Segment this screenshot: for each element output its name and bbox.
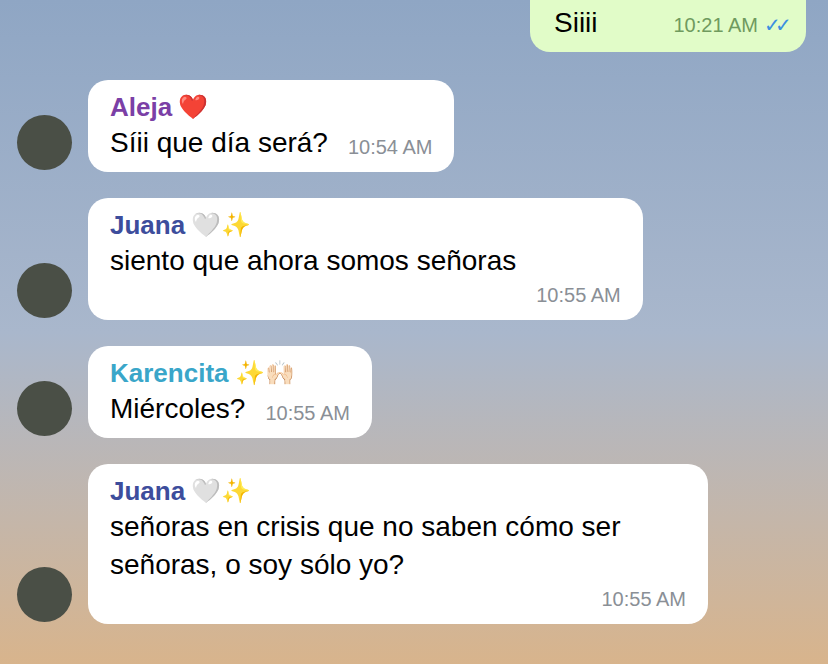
message-bubble[interactable]: Juana🤍✨siento que ahora somos señoras10:… xyxy=(88,198,643,320)
sender-emoji: 🤍✨ xyxy=(191,474,251,508)
sender-label: Juana xyxy=(110,474,185,508)
outgoing-bubble[interactable]: Siiii 10:21 AM✓✓ xyxy=(530,0,806,52)
message-body: siento que ahora somos señoras10:55 AM xyxy=(110,242,621,310)
message-text: señoras en crisis que no saben cómo ser … xyxy=(110,508,686,584)
sender-emoji: ❤️ xyxy=(178,90,208,124)
message-time: 10:54 AM xyxy=(348,132,433,162)
message-bubble[interactable]: Karencita✨🙌🏻Miércoles? 10:55 AM xyxy=(88,346,372,438)
outgoing-row: Siiii 10:21 AM✓✓ xyxy=(0,0,828,52)
message-time: 10:21 AM xyxy=(673,10,758,40)
avatar[interactable] xyxy=(17,567,72,622)
message-time: 10:55 AM xyxy=(265,398,350,428)
read-check-icon: ✓✓ xyxy=(764,10,786,40)
message-text: siento que ahora somos señoras xyxy=(110,242,516,280)
sender-label: Aleja xyxy=(110,90,172,124)
sender-name: Karencita✨🙌🏻 xyxy=(110,356,350,390)
avatar[interactable] xyxy=(17,381,72,436)
sender-name: Aleja❤️ xyxy=(110,90,432,124)
sender-label: Karencita xyxy=(110,356,229,390)
sender-emoji: ✨🙌🏻 xyxy=(235,356,295,390)
sender-label: Juana xyxy=(110,208,185,242)
message-row: Aleja❤️Síii que día será? 10:54 AM xyxy=(0,80,828,172)
message-text: Miércoles? xyxy=(110,390,245,428)
chat-window: Siiii 10:21 AM✓✓ Aleja❤️Síii que día será… xyxy=(0,0,828,664)
sender-emoji: 🤍✨ xyxy=(191,208,251,242)
avatar[interactable] xyxy=(17,115,72,170)
message-meta: 10:21 AM✓✓ xyxy=(673,10,786,40)
message-row: Juana🤍✨siento que ahora somos señoras10:… xyxy=(0,198,828,320)
message-bubble[interactable]: Juana🤍✨señoras en crisis que no saben có… xyxy=(88,464,708,624)
sender-name: Juana🤍✨ xyxy=(110,208,621,242)
message-row: Karencita✨🙌🏻Miércoles? 10:55 AM xyxy=(0,346,828,438)
message-bubble[interactable]: Aleja❤️Síii que día será? 10:54 AM xyxy=(88,80,454,172)
message-time: 10:55 AM xyxy=(110,280,621,310)
message-row: Juana🤍✨señoras en crisis que no saben có… xyxy=(0,464,828,624)
message-body: señoras en crisis que no saben cómo ser … xyxy=(110,508,686,614)
sender-name: Juana🤍✨ xyxy=(110,474,686,508)
message-list: Aleja❤️Síii que día será?10:54 AMJuana🤍✨… xyxy=(0,80,828,624)
message-body: Síii que día será? 10:54 AM xyxy=(110,124,432,162)
message-text: Síii que día será? xyxy=(110,124,328,162)
message-body: Miércoles? 10:55 AM xyxy=(110,390,350,428)
avatar[interactable] xyxy=(17,263,72,318)
message-time: 10:55 AM xyxy=(110,584,686,614)
message-text: Siiii xyxy=(554,6,598,40)
